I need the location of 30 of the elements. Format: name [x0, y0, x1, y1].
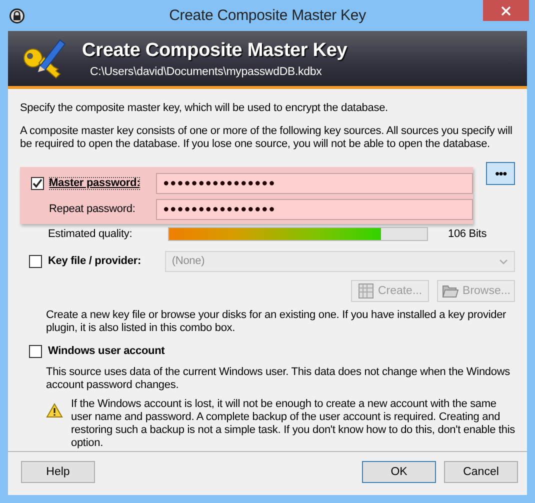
dialog-button[interactable]: OK	[362, 461, 436, 483]
field-label: Key file / provider:	[48, 255, 142, 268]
reveal-button[interactable]: ●●●	[486, 162, 515, 185]
field-label: Master password:	[49, 177, 140, 190]
warning-icon	[46, 403, 63, 418]
grid-icon	[358, 283, 374, 299]
warning-text: If the Windows account is lost, it will not be enough to create a new account with the same user name and password. A complete backup of the user account is required. Creating and restoring such a backup is not a simple task. If you don't know how to do this, don't enable this option.	[71, 398, 515, 450]
description-text: Create a new key file or browse your disks for an existing one. If you have installed a key provider plugin, it is also listed in this combo box.	[46, 309, 508, 335]
chevron-down-icon	[499, 258, 508, 264]
description-text: This source uses data of the current Windows user. This data does not change when the Windows account password changes.	[46, 366, 511, 392]
dialog-button[interactable]: Help	[21, 461, 95, 483]
close-button[interactable]	[483, 0, 529, 21]
password-field[interactable]: ●●●●●●●●●●●●●●●●	[156, 173, 474, 194]
checkbox[interactable]	[31, 177, 44, 190]
password-field[interactable]: ●●●●●●●●●●●●●●●●	[156, 199, 474, 220]
intro-text: Specify the composite master key, which will be used to encrypt the database.	[20, 102, 389, 115]
folder-icon	[442, 284, 459, 298]
quality-reading: 106 Bits	[448, 228, 487, 240]
intro-text: A composite master key consists of one or more of the following key sources. All sources you specify will be required to open the database. If you lose one source, you will not be able to open the database.	[20, 125, 514, 151]
field-label: Repeat password:	[49, 203, 136, 216]
field-label: Estimated quality:	[48, 228, 134, 240]
banner-title: Create Composite Master Key	[82, 40, 348, 62]
checkbox[interactable]	[29, 255, 42, 268]
dialog-button[interactable]: Cancel	[444, 461, 518, 483]
field-label: Windows user account	[48, 345, 165, 358]
window-title: Create Composite Master Key	[168, 6, 367, 26]
checkbox[interactable]	[29, 345, 42, 358]
file-path: C:\Users\david\Documents\mypasswdDB.kdbx	[90, 66, 323, 79]
close-icon	[501, 6, 511, 16]
lock-icon	[9, 8, 25, 24]
